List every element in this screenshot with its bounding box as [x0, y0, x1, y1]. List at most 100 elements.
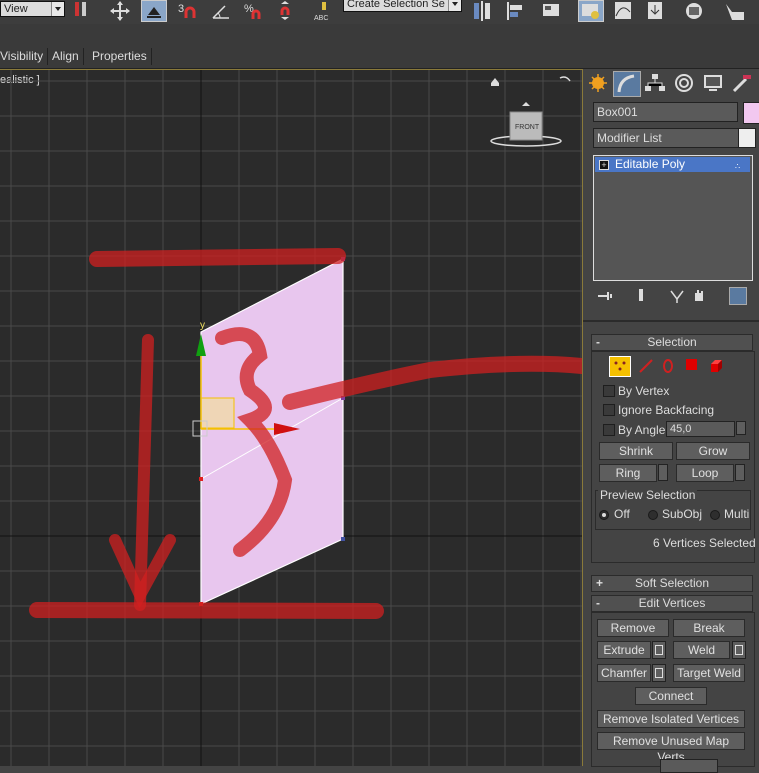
vertex[interactable]	[341, 537, 345, 541]
mirror-icon[interactable]	[470, 0, 494, 22]
toggle-ribbon-icon[interactable]	[578, 0, 604, 22]
ribbon-tabs: Visibility Align Properties	[0, 46, 759, 69]
percent-snap-icon[interactable]: %	[243, 0, 267, 22]
modifier-list-dropdown[interactable]: Modifier List	[593, 128, 756, 148]
stack-item-editable-poly[interactable]: + Editable Poly ∴	[595, 157, 750, 172]
vertex-mode-icon[interactable]	[609, 356, 631, 377]
ring-spinner[interactable]	[658, 464, 668, 481]
modifier-stack[interactable]: + Editable Poly ∴	[593, 155, 753, 281]
break-button[interactable]: Break	[673, 619, 745, 637]
preview-subobj-radio[interactable]	[648, 510, 658, 520]
edit-vertices-rollout-header[interactable]: - Edit Vertices	[591, 595, 753, 612]
snaps-toggle-icon[interactable]: 3	[178, 0, 202, 22]
front-viewport[interactable]: ealistic ] y FRONT	[0, 69, 583, 766]
selection-rollout: By Vertex Ignore Backfacing By Angle: 45…	[591, 351, 756, 563]
view-dropdown[interactable]: View	[0, 1, 65, 17]
svg-text:ABC: ABC	[314, 15, 328, 22]
show-end-result-icon[interactable]	[633, 287, 649, 306]
ignore-backfacing-checkbox[interactable]	[603, 404, 615, 416]
soft-selection-rollout-header[interactable]: + Soft Selection	[591, 575, 753, 592]
element-mode-icon[interactable]	[708, 358, 724, 377]
object-name-field[interactable]: Box001	[593, 102, 738, 122]
selection-status-text: 6 Vertices Selected	[653, 536, 756, 550]
weight-input[interactable]	[660, 759, 718, 773]
preview-selection-group: Preview Selection Off SubObj Multi	[595, 488, 751, 530]
edit-vertices-rollout: Remove Break Extrude Weld Chamfer Target…	[591, 612, 755, 773]
select-and-move-icon[interactable]	[108, 0, 132, 22]
angle-spinner[interactable]	[736, 421, 746, 435]
remove-unused-map-verts-button[interactable]: Remove Unused Map Verts	[597, 732, 745, 764]
by-vertex-checkbox[interactable]	[603, 385, 615, 397]
utilities-tab-icon[interactable]	[729, 71, 755, 95]
angle-snap-icon[interactable]	[210, 0, 234, 22]
select-and-place-icon[interactable]	[141, 0, 167, 22]
by-vertex-label: By Vertex	[618, 384, 670, 398]
by-angle-label: By Angle:	[618, 423, 669, 437]
editable-poly-plane[interactable]	[200, 258, 344, 605]
vertex[interactable]	[199, 477, 203, 481]
curve-editor-icon[interactable]	[612, 0, 636, 22]
remove-modifier-icon[interactable]	[691, 287, 707, 306]
toolbar-spacer	[0, 24, 759, 46]
shrink-button[interactable]: Shrink	[599, 442, 673, 460]
grow-button[interactable]: Grow	[676, 442, 750, 460]
home-icon[interactable]	[491, 78, 499, 86]
ring-button[interactable]: Ring	[599, 464, 657, 482]
loop-button[interactable]: Loop	[676, 464, 734, 482]
divider	[583, 320, 759, 322]
connect-button[interactable]: Connect	[635, 687, 707, 705]
chevron-down-icon	[51, 2, 64, 16]
selection-rollout-header[interactable]: - Selection	[591, 334, 753, 351]
create-tab-icon[interactable]	[585, 71, 611, 95]
remove-isolated-vertices-button[interactable]: Remove Isolated Vertices	[597, 710, 745, 728]
weld-settings-icon[interactable]	[732, 641, 746, 659]
display-tab-icon[interactable]	[700, 71, 726, 95]
align-icon[interactable]	[504, 0, 528, 22]
spinner-snap-icon[interactable]	[275, 0, 299, 22]
extrude-settings-icon[interactable]	[652, 641, 666, 659]
weld-button[interactable]: Weld	[673, 641, 730, 659]
tab-align[interactable]: Align	[48, 48, 84, 65]
object-color-swatch[interactable]	[743, 102, 759, 124]
vertex-subobject-icon: ∴	[735, 162, 741, 171]
expand-plus-icon[interactable]: +	[599, 160, 609, 170]
loop-spinner[interactable]	[735, 464, 745, 481]
edge-mode-icon[interactable]	[638, 358, 654, 377]
viewcube-front-label: FRONT	[515, 124, 540, 131]
chevron-down-icon	[448, 0, 461, 11]
material-editor-icon[interactable]	[682, 0, 706, 22]
svg-text:3: 3	[178, 3, 184, 15]
render-setup-icon[interactable]	[722, 0, 746, 22]
orbit-icon[interactable]	[559, 76, 571, 82]
gizmo-y-label: y	[200, 320, 205, 331]
extrude-button[interactable]: Extrude	[597, 641, 651, 659]
make-unique-icon[interactable]	[669, 287, 685, 306]
preview-subobj-label: SubObj	[662, 507, 703, 521]
target-weld-button[interactable]: Target Weld	[673, 664, 745, 682]
tab-properties[interactable]: Properties	[88, 48, 152, 65]
preview-selection-title: Preview Selection	[598, 488, 698, 502]
edit-named-selection-icon[interactable]: ABC	[312, 0, 336, 22]
configure-modifier-sets-icon[interactable]	[729, 287, 747, 305]
preview-multi-label: Multi	[724, 507, 750, 521]
preview-off-radio[interactable]	[599, 510, 609, 520]
hierarchy-tab-icon[interactable]	[642, 71, 668, 95]
chamfer-settings-icon[interactable]	[652, 664, 666, 682]
tab-visibility[interactable]: Visibility	[0, 48, 49, 65]
border-mode-icon[interactable]	[660, 358, 676, 377]
by-angle-checkbox[interactable]	[603, 424, 615, 436]
gizmo-plane-handle[interactable]	[200, 397, 235, 429]
modify-tab-icon[interactable]	[613, 71, 641, 97]
pin-stack-icon[interactable]	[597, 289, 613, 306]
polygon-mode-icon[interactable]	[686, 359, 697, 370]
preview-multi-radio[interactable]	[710, 510, 720, 520]
layer-explorer-icon[interactable]	[540, 0, 564, 22]
schematic-view-icon[interactable]	[644, 0, 668, 22]
motion-tab-icon[interactable]	[671, 71, 697, 95]
chamfer-button[interactable]: Chamfer	[597, 664, 651, 682]
angle-input[interactable]: 45,0	[666, 421, 735, 437]
named-selection-set-dropdown[interactable]: Create Selection Se	[343, 0, 462, 12]
select-and-link-icon[interactable]	[70, 0, 94, 22]
remove-button[interactable]: Remove	[597, 619, 669, 637]
chevron-down-icon	[738, 129, 755, 147]
